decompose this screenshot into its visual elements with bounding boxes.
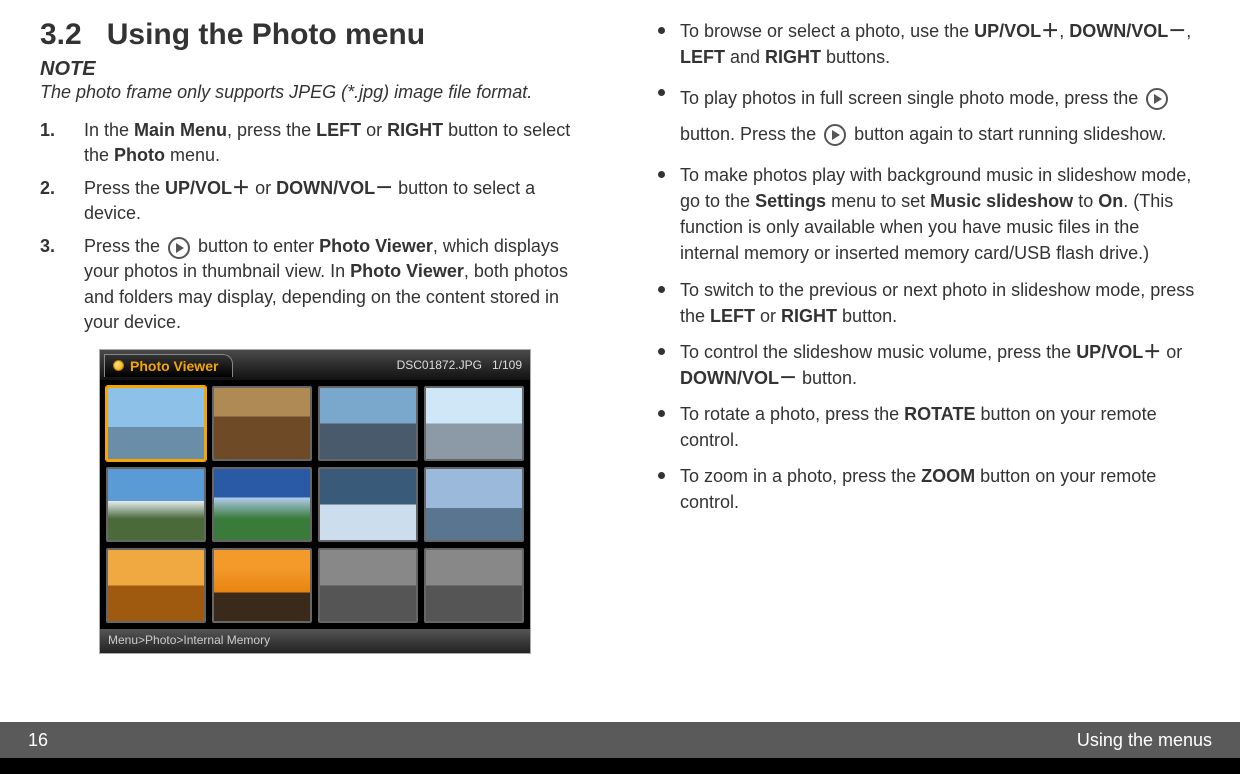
bullet-list: To browse or select a photo, use the UP/… <box>650 18 1200 515</box>
note-label: NOTE <box>40 58 590 81</box>
play-icon <box>168 237 190 259</box>
play-icon <box>1146 88 1168 110</box>
content-area: 3.2 Using the Photo menu NOTE The photo … <box>0 0 1240 722</box>
thumbnail <box>318 467 418 542</box>
document-page: 3.2 Using the Photo menu NOTE The photo … <box>0 0 1240 774</box>
footer-chapter: Using the menus <box>1077 730 1212 751</box>
bullet-switch-photo: To switch to the previous or next photo … <box>650 277 1200 329</box>
photo-viewer-count: 1/109 <box>492 358 522 372</box>
tab-dot-icon <box>113 360 124 371</box>
step-3: Press the button to enter Photo Viewer, … <box>40 234 590 335</box>
bullet-volume: To control the slideshow music volume, p… <box>650 339 1200 391</box>
photo-viewer-figure: Photo Viewer DSC01872.JPG 1/109 Menu>Pho… <box>99 349 531 654</box>
photo-viewer-breadcrumb: Menu>Photo>Internal Memory <box>100 629 530 653</box>
bullet-rotate: To rotate a photo, press the ROTATE butt… <box>650 401 1200 453</box>
bullet-music-slideshow: To make photos play with background musi… <box>650 162 1200 266</box>
step-2: Press the UP/VOL＋ or DOWN/VOL－ button to… <box>40 176 590 226</box>
photo-viewer-grid <box>100 380 530 629</box>
thumbnail <box>106 467 206 542</box>
footer-black-strip <box>0 758 1240 774</box>
section-heading: 3.2 Using the Photo menu <box>40 18 590 52</box>
thumbnail <box>318 548 418 623</box>
bullet-fullscreen: To play photos in full screen single pho… <box>650 80 1200 152</box>
right-column: To browse or select a photo, use the UP/… <box>650 18 1200 722</box>
left-column: 3.2 Using the Photo menu NOTE The photo … <box>40 18 590 722</box>
photo-viewer-filename: DSC01872.JPG <box>397 358 482 372</box>
step-1: In the Main Menu, press the LEFT or RIGH… <box>40 118 590 168</box>
thumbnail <box>424 548 524 623</box>
thumbnail <box>106 548 206 623</box>
thumbnail <box>212 386 312 461</box>
page-number: 16 <box>28 730 48 751</box>
bullet-zoom: To zoom in a photo, press the ZOOM butto… <box>650 463 1200 515</box>
thumbnail <box>212 467 312 542</box>
thumbnail <box>212 548 312 623</box>
section-number: 3.2 <box>40 18 82 51</box>
bullet-browse: To browse or select a photo, use the UP/… <box>650 18 1200 70</box>
note-text: The photo frame only supports JPEG (*.jp… <box>40 81 590 104</box>
thumbnail <box>424 386 524 461</box>
play-icon <box>824 124 846 146</box>
section-title-text: Using the Photo menu <box>107 18 425 51</box>
steps-list: In the Main Menu, press the LEFT or RIGH… <box>40 118 590 336</box>
photo-viewer-title: Photo Viewer <box>130 358 218 374</box>
footer-bar: 16 Using the menus <box>0 722 1240 758</box>
page-footer: 16 Using the menus <box>0 722 1240 774</box>
photo-viewer-header: Photo Viewer DSC01872.JPG 1/109 <box>100 350 530 380</box>
thumbnail <box>318 386 418 461</box>
thumbnail <box>106 386 206 461</box>
thumbnail <box>424 467 524 542</box>
photo-viewer-tab: Photo Viewer <box>104 354 233 377</box>
